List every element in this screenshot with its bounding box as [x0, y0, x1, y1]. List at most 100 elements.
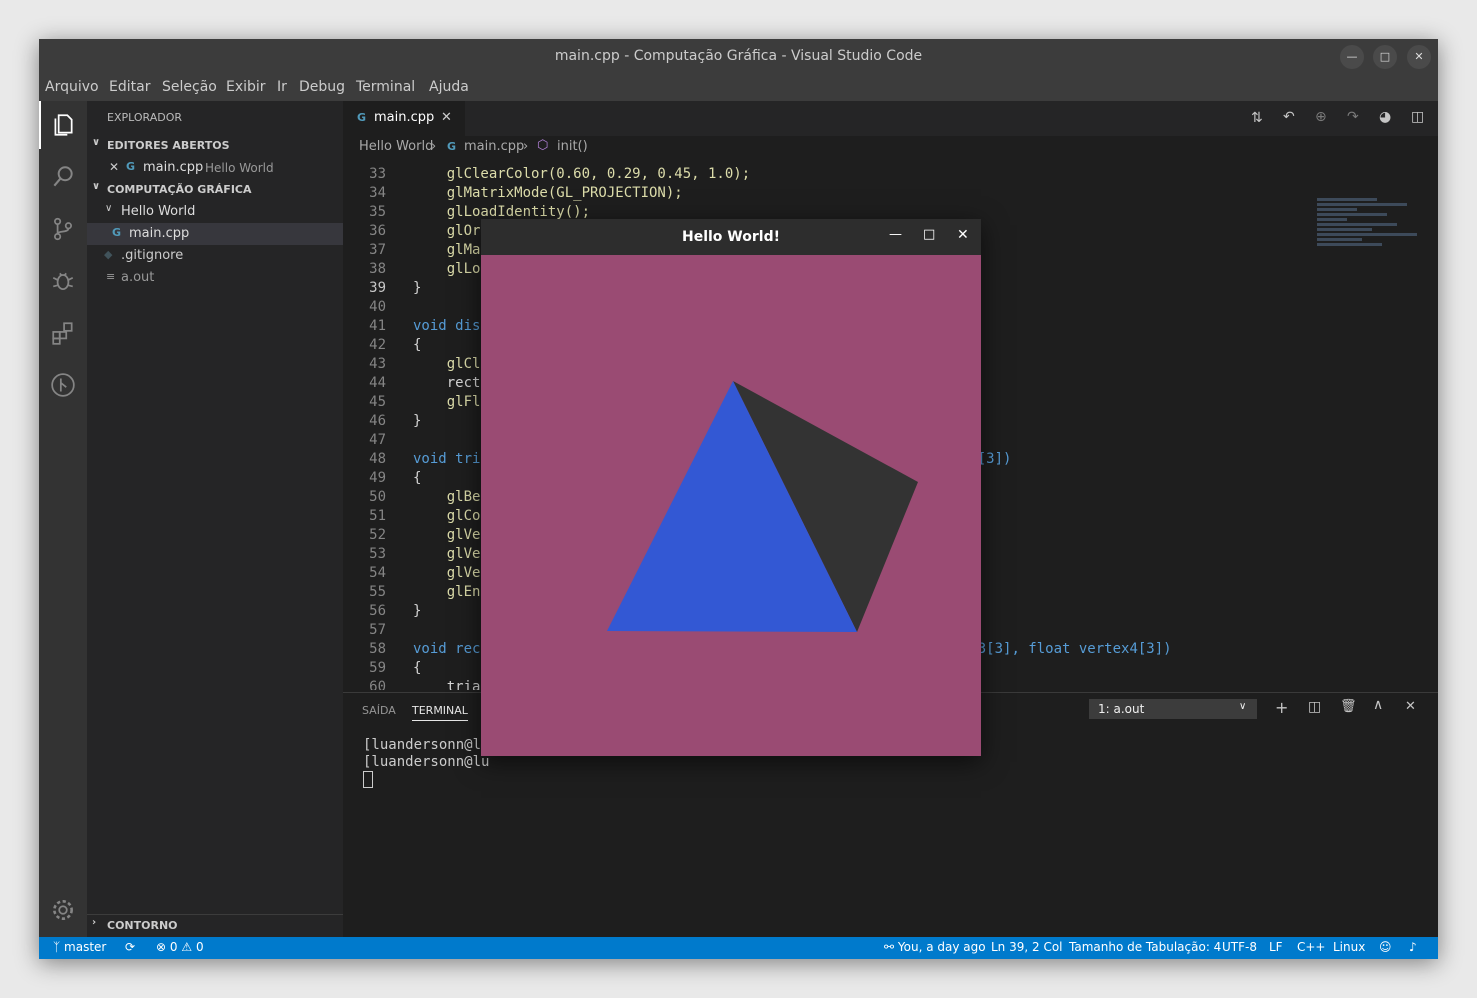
line-code: {	[413, 660, 422, 676]
chevron-down-icon: ∨	[92, 181, 101, 192]
close-window-button[interactable]: ✕	[1407, 45, 1431, 69]
minimize-button[interactable]: —	[889, 227, 902, 242]
line-number: 53	[369, 546, 386, 562]
split-editor-icon[interactable]: ◫	[1411, 109, 1424, 125]
git-graph-icon[interactable]	[39, 361, 87, 409]
opengl-window: Hello World! — □ ✕	[481, 219, 981, 756]
menu-arquivo[interactable]: Arquivo	[45, 79, 99, 95]
os-indicator[interactable]: Linux	[1333, 940, 1365, 954]
search-icon[interactable]	[39, 153, 87, 201]
git-history-icon[interactable]: ◕	[1379, 109, 1391, 125]
line-code: glCl	[413, 356, 481, 372]
open-editor-item[interactable]: ✕ G main.cpp Hello World	[87, 157, 343, 179]
chevron-down-icon: ∨	[1239, 701, 1247, 712]
tab-bar: G main.cpp ✕ ⇅ ↶ ⊕ ↷ ◕ ◫ ⋯	[343, 101, 1438, 136]
breadcrumb-file[interactable]: main.cpp	[464, 139, 524, 154]
branch-indicator[interactable]: ᛉ master	[53, 940, 106, 954]
folder-hello-world[interactable]: ∨ Hello World	[87, 201, 343, 223]
tab-output[interactable]: SAÍDA	[362, 704, 396, 717]
problems-indicator[interactable]: ⊗ 0 ⚠ 0	[156, 940, 204, 954]
debug-icon[interactable]	[39, 257, 87, 305]
menu-selecao[interactable]: Seleção	[162, 79, 217, 95]
line-number: 42	[369, 337, 386, 353]
menu-ajuda[interactable]: Ajuda	[429, 79, 469, 95]
tab-size[interactable]: Tamanho de Tabulação: 4	[1069, 940, 1221, 954]
menu-ir[interactable]: Ir	[277, 79, 287, 95]
vscode-window: main.cpp - Computação Gráfica - Visual S…	[39, 39, 1438, 959]
split-terminal-icon[interactable]: ◫	[1308, 699, 1321, 715]
outline-section[interactable]: › CONTORNO	[87, 914, 343, 937]
line-code: }	[413, 280, 422, 296]
feedback-icon[interactable]: ☺	[1379, 940, 1392, 954]
file-label: a.out	[121, 270, 155, 285]
file-main-cpp[interactable]: G main.cpp	[87, 223, 343, 245]
line-code: glOr	[413, 223, 481, 239]
line-code: glCo	[413, 508, 481, 524]
cursor-position[interactable]: Ln 39, 2 Col	[991, 940, 1063, 954]
close-icon[interactable]: ✕	[109, 160, 119, 174]
encoding[interactable]: UTF-8	[1222, 940, 1257, 954]
tab-terminal[interactable]: TERMINAL	[412, 704, 468, 721]
chevron-up-icon[interactable]: ∧	[1373, 697, 1383, 713]
status-bar: ᛉ master ⟳ ⊗ 0 ⚠ 0 ⚯ You, a day ago Ln 3…	[39, 937, 1438, 959]
end-of-line[interactable]: LF	[1269, 940, 1283, 954]
new-terminal-icon[interactable]: +	[1275, 698, 1288, 717]
line-code: glMa	[413, 242, 481, 258]
cpp-file-icon: G	[112, 226, 122, 239]
line-number: 47	[369, 432, 386, 448]
project-section[interactable]: ∨ COMPUTAÇÃO GRÁFICA	[87, 179, 343, 201]
line-number: 50	[369, 489, 386, 505]
git-blame[interactable]: ⚯ You, a day ago	[884, 940, 986, 954]
menu-exibir[interactable]: Exibir	[226, 79, 266, 95]
trash-icon[interactable]: 🗑	[1340, 699, 1357, 714]
maximize-button[interactable]: □	[923, 227, 935, 242]
menu-editar[interactable]: Editar	[109, 79, 150, 95]
breadcrumb: Hello World › G main.cpp › ⬡ init()	[343, 136, 1438, 158]
menu-debug[interactable]: Debug	[299, 79, 345, 95]
next-change-icon[interactable]: ↷	[1347, 109, 1359, 125]
extensions-icon[interactable]	[39, 309, 87, 357]
source-control-icon[interactable]	[39, 205, 87, 253]
line-code: glEn	[413, 584, 481, 600]
line-code: glMatrixMode(GL_PROJECTION);	[413, 185, 683, 201]
file-gitignore[interactable]: ◆ .gitignore	[87, 245, 343, 267]
close-icon[interactable]: ✕	[441, 110, 452, 125]
sync-icon[interactable]: ⟳	[125, 940, 135, 954]
menu-terminal[interactable]: Terminal	[356, 79, 415, 95]
tab-main-cpp[interactable]: G main.cpp ✕	[343, 101, 465, 136]
terminal-select[interactable]: 1: a.out ∨	[1089, 699, 1257, 719]
line-code: {	[413, 337, 422, 353]
explorer-header: EXPLORADOR	[107, 111, 183, 124]
line-code: void dis	[413, 318, 481, 334]
maximize-button[interactable]: □	[1373, 45, 1397, 69]
line-number: 33	[369, 166, 386, 182]
opengl-canvas	[607, 381, 918, 632]
line-code: }	[413, 413, 422, 429]
activity-bar	[39, 101, 87, 937]
files-icon[interactable]	[39, 101, 87, 149]
file-label: main.cpp	[129, 226, 190, 241]
warning-icon: ⚠	[181, 940, 193, 954]
breadcrumb-symbol[interactable]: init()	[557, 139, 588, 154]
previous-change-icon[interactable]: ↶	[1283, 109, 1295, 125]
breadcrumb-folder[interactable]: Hello World	[359, 139, 433, 154]
git-commit-icon[interactable]: ⊕	[1315, 109, 1327, 125]
line-code: tria	[413, 679, 481, 690]
close-panel-icon[interactable]: ✕	[1405, 699, 1416, 714]
line-number: 59	[369, 660, 386, 676]
line-number: 38	[369, 261, 386, 277]
notifications-bell-icon[interactable]: ♪	[1409, 940, 1417, 954]
file-a-out[interactable]: ≡ a.out	[87, 267, 343, 289]
line-code: glVe	[413, 527, 481, 543]
settings-gear-icon[interactable]	[39, 886, 87, 934]
compare-changes-icon[interactable]: ⇅	[1251, 110, 1263, 126]
line-number: 37	[369, 242, 386, 258]
language-mode[interactable]: C++	[1297, 940, 1326, 954]
line-number: 55	[369, 584, 386, 600]
minimize-button[interactable]: —	[1340, 45, 1364, 69]
cpp-file-icon: G	[447, 140, 457, 153]
title-bar: main.cpp - Computação Gráfica - Visual S…	[39, 39, 1438, 75]
close-button[interactable]: ✕	[957, 227, 969, 243]
minimap[interactable]	[1313, 196, 1423, 336]
open-editors-section[interactable]: ∨ EDITORES ABERTOS	[87, 135, 343, 157]
